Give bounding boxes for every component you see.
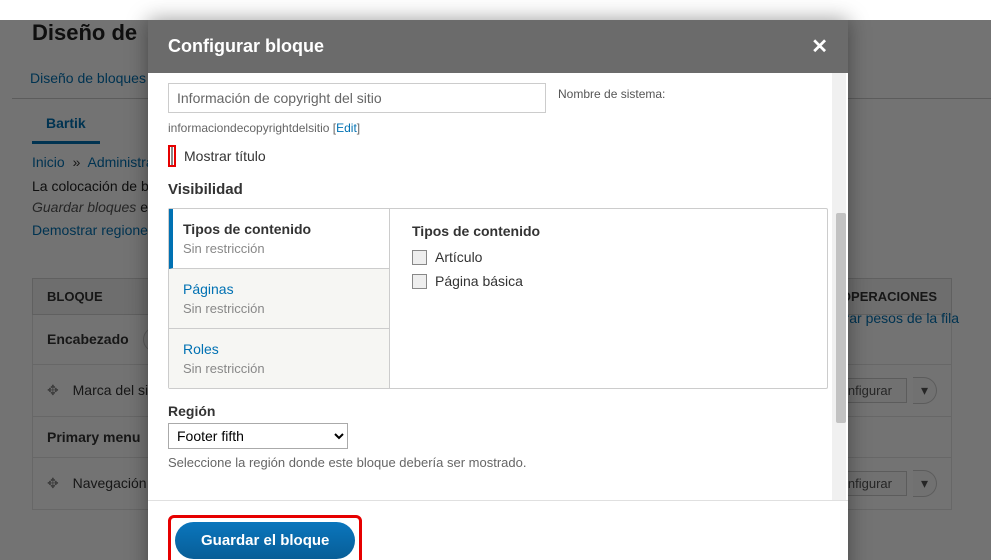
region-select[interactable]: Footer fifth — [168, 423, 348, 449]
option-basic-page-label: Página básica — [435, 273, 523, 289]
system-name-label: Nombre de sistema: — [558, 87, 665, 101]
close-icon[interactable]: ✕ — [811, 34, 828, 59]
visibility-pane: Tipos de contenido Artículo Página básic… — [390, 209, 827, 388]
display-title-label: Mostrar título — [184, 148, 266, 164]
scrollbar-thumb[interactable] — [836, 213, 846, 423]
vtab-content-types-title: Tipos de contenido — [183, 221, 375, 237]
vtab-pages[interactable]: Páginas Sin restricción — [169, 269, 389, 329]
option-basic-page-checkbox[interactable] — [412, 274, 427, 289]
highlight-box: Guardar el bloque — [168, 515, 362, 560]
vtab-roles[interactable]: Roles Sin restricción — [169, 329, 389, 388]
vtab-content-types-desc: Sin restricción — [183, 241, 375, 256]
edit-machine-name-link[interactable]: Edit — [336, 121, 357, 135]
region-hint: Seleccione la región donde este bloque d… — [168, 455, 828, 470]
vtab-pages-desc: Sin restricción — [183, 301, 375, 316]
dialog-footer: Guardar el bloque — [148, 500, 848, 560]
dialog-title: Configurar bloque — [168, 36, 324, 57]
machine-name: informaciondecopyrightdelsitio — [168, 121, 329, 135]
vtab-roles-title: Roles — [183, 341, 375, 357]
option-article-label: Artículo — [435, 249, 482, 265]
save-block-button[interactable]: Guardar el bloque — [175, 522, 355, 559]
vtab-pages-title: Páginas — [183, 281, 375, 297]
vtab-roles-desc: Sin restricción — [183, 361, 375, 376]
display-title-checkbox[interactable] — [171, 147, 173, 165]
block-title-input[interactable] — [168, 83, 546, 113]
vtab-content-types[interactable]: Tipos de contenido Sin restricción — [169, 209, 389, 269]
visibility-panel: Tipos de contenido Sin restricción Págin… — [168, 208, 828, 389]
option-article-checkbox[interactable] — [412, 250, 427, 265]
region-label: Región — [168, 403, 828, 419]
configure-block-dialog: Configurar bloque ✕ Nombre de sistema: i… — [148, 20, 848, 560]
highlight-box — [168, 145, 176, 167]
visibility-heading: Visibilidad — [168, 181, 828, 198]
pane-heading: Tipos de contenido — [412, 223, 805, 239]
dialog-header: Configurar bloque ✕ — [148, 20, 848, 73]
